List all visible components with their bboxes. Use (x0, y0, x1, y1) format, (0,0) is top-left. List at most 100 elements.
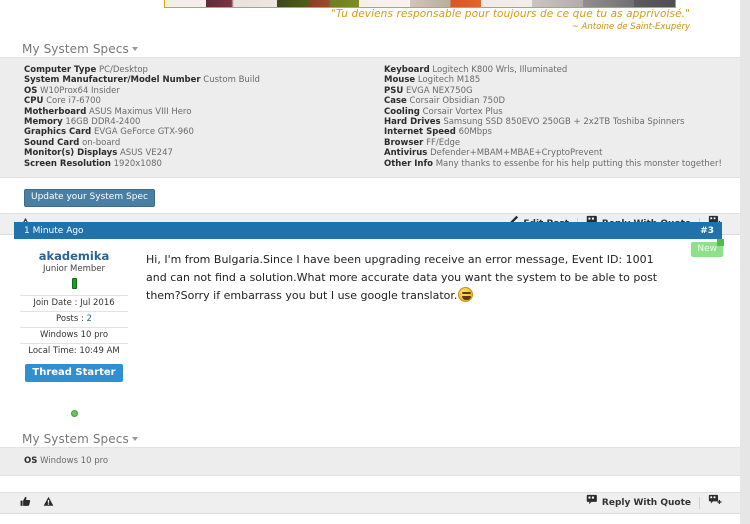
spec-value: Defender+MBAM+MBAE+CryptoPrevent (430, 148, 603, 159)
post-user-info: akademika Junior Member Join Date : Jul … (14, 239, 134, 417)
system-specs-table-top: Computer Type PC/Desktop System Manufact… (0, 57, 740, 179)
spec-row: Sound Card on-board (24, 138, 360, 148)
spec-value: 60Mbps (458, 127, 492, 138)
user-join-date: Join Date : Jul 2016 (20, 295, 128, 311)
post-3-container: 1 Minute Ago #3 akademika Junior Member … (14, 222, 722, 417)
signature-banner: "Tu deviens responsable pour toujours de… (0, 0, 740, 38)
spec-key: Mouse (384, 75, 416, 86)
spec-key: Sound Card (24, 137, 80, 148)
spec-row: Graphics Card EVGA GeForce GTX-960 (24, 127, 360, 137)
spec-key: Antivirus (384, 148, 428, 159)
spec-value: Core i7-6700 (46, 96, 101, 107)
spec-value: Logitech M185 (417, 75, 481, 86)
spec-key: Hard Drives (384, 117, 441, 128)
my-system-specs-label-top: My System Specs (22, 42, 129, 56)
thread-starter-badge: Thread Starter (25, 364, 123, 382)
spec-value: on-board (82, 137, 121, 148)
spec-value: Corsair Vortex Plus (422, 106, 503, 117)
spec-row: Case Corsair Obsidian 750D (384, 96, 730, 106)
post-number[interactable]: #3 (700, 226, 714, 236)
spec-row: Antivirus Defender+MBAM+MBAE+CryptoPreve… (384, 148, 730, 158)
spec-key: Browser (384, 137, 424, 148)
top-post-specs-region: My System Specs Computer Type PC/Desktop… (0, 41, 740, 236)
spec-key: Computer Type (24, 65, 97, 75)
warning-triangle-icon[interactable] (43, 494, 54, 512)
system-specs-table-bottom: OS Windows 10 pro (0, 447, 740, 477)
user-post-count: Posts : 2 (20, 311, 128, 327)
spec-key: Cooling (384, 106, 420, 117)
my-system-specs-toggle-bottom[interactable]: My System Specs (0, 431, 740, 447)
spec-key: Motherboard (24, 106, 87, 117)
spec-value: FF/Edge (426, 137, 461, 148)
quote-bubble-icon (586, 492, 598, 514)
spec-value: Samsung SSD 850EVO 250GB + 2x2TB Toshiba… (443, 117, 685, 128)
spec-key: Graphics Card (24, 127, 92, 138)
spec-key: Case (384, 96, 407, 107)
spec-value: ASUS Maximus VIII Hero (89, 106, 192, 117)
spec-row: System Manufacturer/Model Number Custom … (24, 75, 360, 85)
spec-value: 16GB DDR4-2400 (65, 117, 141, 128)
my-system-specs-toggle-top[interactable]: My System Specs (0, 41, 740, 57)
spec-key: Keyboard (384, 65, 430, 75)
spec-value: PC/Desktop (98, 65, 148, 75)
spec-key: System Manufacturer/Model Number (24, 75, 201, 86)
spacer (0, 476, 740, 493)
page-tail (0, 514, 740, 524)
signature-quote-text: "Tu deviens responsable pour toujours de… (330, 8, 690, 20)
spec-row: Keyboard Logitech K800 Wrls, Illuminated (384, 65, 730, 75)
spec-row: Hard Drives Samsung SSD 850EVO 250GB + 2… (384, 117, 730, 127)
spec-key: Other Info (384, 158, 434, 169)
chevron-down-icon (131, 436, 138, 441)
spec-value: W10Prox64 Insider (40, 85, 120, 96)
spec-key: PSU (384, 85, 404, 96)
grinning-smiley-icon (458, 287, 474, 302)
post-body: akademika Junior Member Join Date : Jul … (14, 239, 722, 417)
spec-value: Logitech K800 Wrls, Illuminated (432, 65, 568, 75)
spec-row: Mouse Logitech M185 (384, 75, 730, 85)
reply-with-quote-button-bottom[interactable]: Reply With Quote (578, 492, 699, 514)
spec-value: Many thanks to essenbe for his help putt… (435, 158, 722, 169)
username-link[interactable]: akademika (20, 249, 128, 263)
spec-value: EVGA NEX750G (405, 85, 473, 96)
spec-value: ASUS VE247 (119, 148, 173, 159)
specs-column-bottom: OS Windows 10 pro (0, 456, 360, 466)
specs-column-left: Computer Type PC/Desktop System Manufact… (0, 65, 360, 169)
spec-key: Internet Speed (384, 127, 456, 138)
chevron-down-icon (131, 46, 138, 51)
post-timestamp: 1 Minute Ago (24, 225, 84, 236)
spec-value: Windows 10 pro (40, 456, 109, 466)
user-local-time: Local Time: 10:49 AM (20, 343, 128, 359)
spec-row: Monitor(s) Displays ASUS VE247 (24, 148, 360, 158)
spec-key: OS (24, 85, 38, 96)
posts-count[interactable]: 2 (87, 314, 92, 324)
update-system-spec-button[interactable]: Update your System Spec (24, 189, 155, 208)
post-message-text: Hi, I'm from Bulgaria.Since I have been … (146, 253, 658, 302)
spec-value: Corsair Obsidian 750D (409, 96, 506, 107)
spec-row: Memory 16GB DDR4-2400 (24, 117, 360, 127)
spec-key: CPU (24, 96, 44, 107)
spec-key: OS (24, 456, 38, 466)
posts-label: Posts : (56, 314, 84, 324)
signature-quote-author: ~ Antoine de Saint-Exupéry (571, 22, 690, 32)
spec-row: PSU EVGA NEX750G (384, 86, 730, 96)
multiquote-icon (708, 492, 722, 514)
page-content-column: "Tu deviens responsable pour toujours de… (0, 0, 740, 524)
spec-key: Monitor(s) Displays (24, 148, 118, 159)
spec-key: Screen Resolution (24, 158, 111, 169)
thumbs-up-icon[interactable] (20, 494, 31, 512)
spec-row: OS W10Prox64 Insider (24, 86, 360, 96)
page-right-gutter (740, 0, 750, 524)
spec-row: Motherboard ASUS Maximus VIII Hero (24, 107, 360, 117)
bottom-post-specs-region: My System Specs OS Windows 10 pro Reply … (0, 431, 740, 524)
spec-key: Memory (24, 117, 63, 128)
update-specs-row: Update your System Spec (0, 178, 740, 213)
my-system-specs-label-bottom: My System Specs (22, 432, 129, 446)
multiquote-button-bottom[interactable] (700, 492, 730, 514)
specs-column-right: Keyboard Logitech K800 Wrls, Illuminated… (360, 65, 730, 169)
new-post-badge[interactable]: New (691, 239, 724, 257)
online-status-dot (70, 410, 78, 417)
forum-post-page: "Tu deviens responsable pour toujours de… (0, 0, 750, 524)
spec-value: 1920x1080 (113, 158, 162, 169)
post-message: Hi, I'm from Bulgaria.Since I have been … (134, 239, 722, 417)
post-header-bar: 1 Minute Ago #3 (14, 222, 722, 239)
